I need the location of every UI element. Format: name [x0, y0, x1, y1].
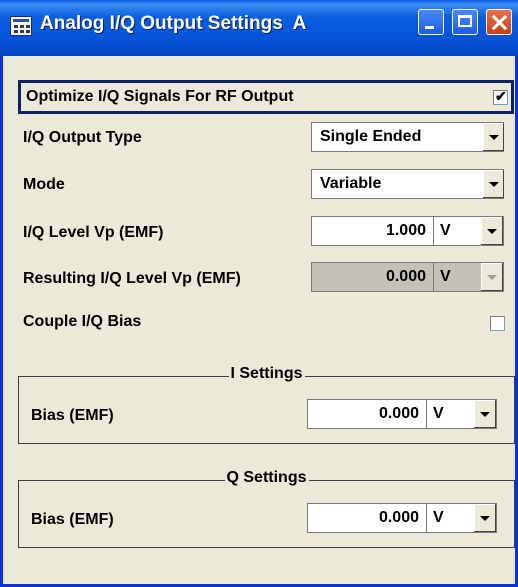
optimize-iq-label: Optimize I/Q Signals For RF Output	[26, 88, 294, 105]
title-bar[interactable]: Analog I/Q Output Settings A	[0, 0, 518, 56]
output-type-select[interactable]: Single Ended	[311, 122, 504, 152]
i-bias-value: 0.000	[378, 405, 419, 422]
i-bias-input[interactable]: 0.000	[307, 399, 427, 429]
i-bias-label: Bias (EMF)	[31, 407, 114, 424]
resulting-level-value: 0.000	[385, 268, 426, 285]
chevron-down-icon[interactable]	[482, 170, 504, 198]
iq-level-unit: V	[440, 222, 451, 239]
chevron-down-icon	[481, 263, 503, 291]
i-bias-unit-select[interactable]: V	[427, 399, 497, 429]
chevron-down-icon[interactable]	[474, 504, 496, 532]
chevron-down-icon[interactable]	[481, 217, 503, 245]
resulting-level-unit: V	[440, 268, 451, 285]
couple-bias-checkbox[interactable]	[490, 316, 505, 331]
iq-level-label: I/Q Level Vp (EMF)	[23, 224, 164, 241]
q-bias-unit: V	[433, 509, 444, 526]
chevron-down-icon[interactable]	[482, 123, 504, 151]
minimize-icon[interactable]	[418, 9, 444, 35]
maximize-icon[interactable]	[452, 9, 478, 35]
optimize-iq-checkbox[interactable]: ✔	[493, 88, 508, 105]
resulting-level-unit-select: V	[434, 262, 504, 292]
q-bias-input[interactable]: 0.000	[307, 503, 427, 533]
q-bias-label: Bias (EMF)	[31, 511, 114, 528]
q-bias-unit-select[interactable]: V	[427, 503, 497, 533]
close-icon[interactable]	[486, 9, 512, 35]
window-title: Analog I/Q Output Settings A	[40, 13, 307, 34]
resulting-level-field: 0.000	[311, 262, 434, 292]
mode-label: Mode	[23, 176, 65, 193]
couple-bias-label: Couple I/Q Bias	[23, 313, 142, 330]
resulting-level-label: Resulting I/Q Level Vp (EMF)	[23, 270, 241, 287]
optimize-iq-row[interactable]: Optimize I/Q Signals For RF Output ✔	[18, 80, 514, 114]
iq-level-input[interactable]: 1.000	[311, 216, 434, 246]
iq-level-unit-select[interactable]: V	[434, 216, 504, 246]
settings-dialog-icon	[10, 16, 32, 36]
chevron-down-icon[interactable]	[474, 400, 496, 428]
mode-value: Variable	[320, 175, 382, 192]
q-settings-group: Q Settings Bias (EMF) 0.000 V	[18, 469, 515, 548]
analog-iq-output-settings-window: Analog I/Q Output Settings A Optimize I/…	[0, 0, 518, 587]
q-settings-title: Q Settings	[224, 469, 309, 487]
iq-level-value: 1.000	[385, 222, 426, 239]
output-type-value: Single Ended	[320, 128, 422, 145]
check-mark-icon: ✔	[495, 88, 507, 104]
q-bias-value: 0.000	[378, 509, 419, 526]
output-type-label: I/Q Output Type	[23, 129, 142, 146]
i-settings-group: I Settings Bias (EMF) 0.000 V	[18, 365, 515, 444]
mode-select[interactable]: Variable	[311, 169, 504, 199]
i-bias-unit: V	[433, 405, 444, 422]
i-settings-title: I Settings	[228, 365, 305, 383]
